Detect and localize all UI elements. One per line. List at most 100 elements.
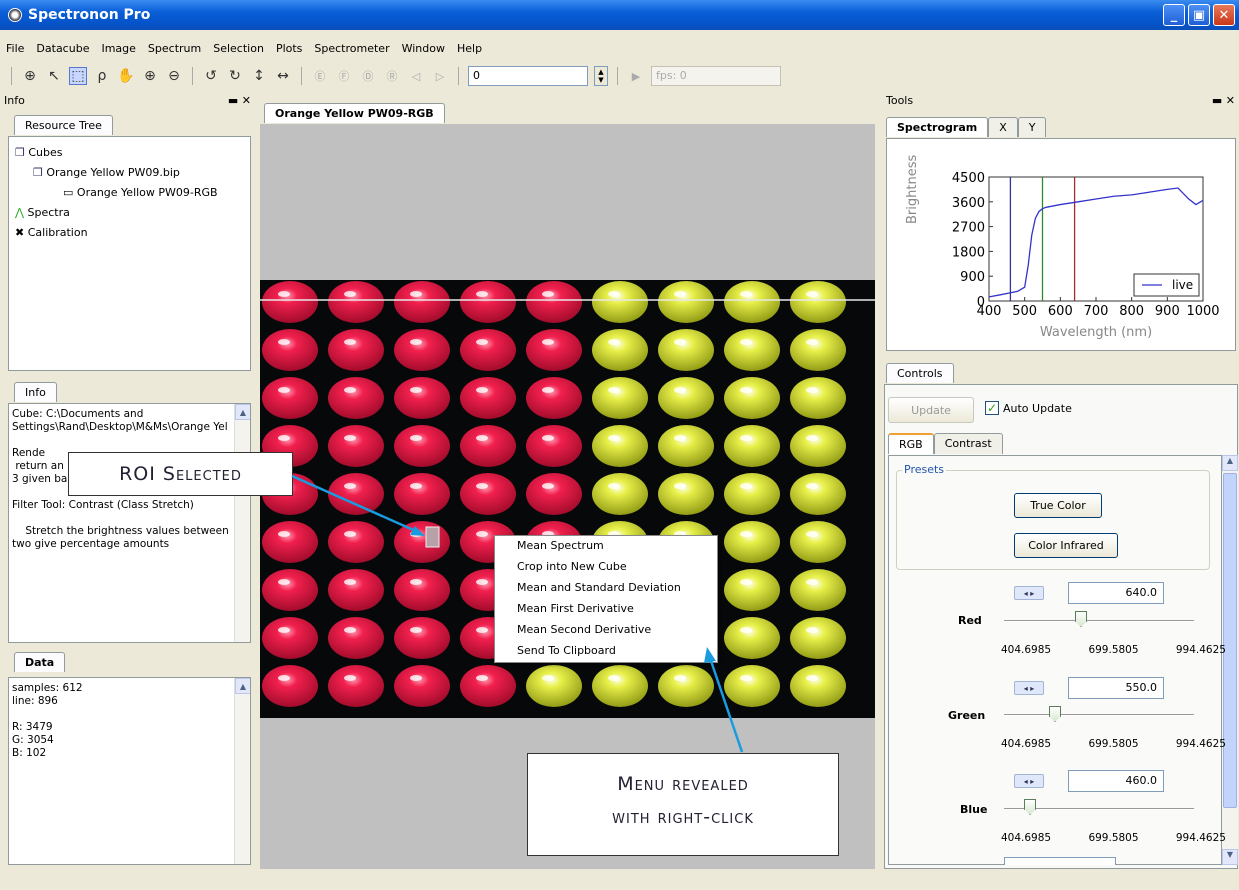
close-button[interactable]: ✕ (1213, 4, 1235, 26)
menu-window[interactable]: Window (402, 42, 445, 55)
candy-highlight (608, 339, 620, 345)
d-button-icon[interactable]: Ⓓ (359, 67, 377, 85)
menu-item-second-derivative[interactable]: Mean Second Derivative (495, 620, 717, 641)
blue-step-arrows[interactable]: ◂ ▸ (1014, 774, 1044, 788)
roi-rectangle[interactable] (425, 526, 440, 548)
tab-data[interactable]: Data (14, 652, 66, 672)
info-scrollbar[interactable]: ▲ (234, 404, 250, 642)
tab-spectrogram[interactable]: Spectrogram (886, 117, 989, 137)
menu-item-first-derivative[interactable]: Mean First Derivative (495, 599, 717, 620)
candy-highlight (806, 387, 818, 393)
pointer-tool-icon[interactable]: ↖ (45, 67, 63, 85)
candy (526, 377, 582, 419)
panel-close-icon[interactable]: ▬ ✕ (1212, 94, 1235, 108)
candy-highlight (806, 579, 818, 585)
candy-highlight (806, 483, 818, 489)
tools-icon: ✖ (15, 226, 25, 239)
tree-item-calibration[interactable]: ✖ Calibration (15, 223, 218, 243)
candy (658, 425, 714, 467)
menu-item-mean-spectrum[interactable]: Mean Spectrum (495, 536, 717, 557)
minimize-button[interactable]: _ (1163, 4, 1185, 26)
blue-min: 404.6985 (1001, 832, 1052, 844)
pan-hand-icon[interactable]: ✋ (117, 67, 135, 85)
menu-selection[interactable]: Selection (213, 42, 264, 55)
candy-highlight (410, 579, 422, 585)
tab-rgb[interactable]: RGB (888, 433, 934, 454)
crosshair-tool-icon[interactable]: ⊕ (21, 67, 39, 85)
tab-contrast[interactable]: Contrast (933, 433, 1003, 454)
menu-plots[interactable]: Plots (276, 42, 302, 55)
color-infrared-button[interactable]: Color Infrared (1014, 533, 1118, 558)
red-step-arrows[interactable]: ◂ ▸ (1014, 586, 1044, 600)
candy-highlight (740, 627, 752, 633)
tab-controls[interactable]: Controls (886, 363, 954, 383)
frame-input[interactable]: 0 (468, 66, 588, 86)
green-slider-track[interactable] (1004, 714, 1194, 716)
e-button-icon[interactable]: Ⓔ (311, 67, 329, 85)
tree-item-cube-file[interactable]: ❒ Orange Yellow PW09.bip (15, 163, 218, 183)
info-panel-header: Info ▬ ✕ (0, 94, 255, 108)
candy (460, 281, 516, 323)
candy-highlight (542, 291, 554, 297)
tree-item-cubes[interactable]: ❒ Cubes (15, 143, 218, 163)
auto-update-checkbox[interactable]: ✓ (985, 401, 999, 415)
r-button-icon[interactable]: Ⓡ (383, 67, 401, 85)
candy-highlight (806, 291, 818, 297)
candy (790, 521, 846, 563)
menu-item-send-clipboard[interactable]: Send To Clipboard (495, 641, 717, 662)
tab-info[interactable]: Info (14, 382, 57, 402)
f-button-icon[interactable]: Ⓕ (335, 67, 353, 85)
tab-resource-tree[interactable]: Resource Tree (14, 115, 113, 135)
blue-value-field[interactable]: 460.0 (1068, 770, 1164, 792)
previous-frame-icon[interactable]: ◁ (407, 67, 425, 85)
scroll-up-icon[interactable]: ▲ (1222, 455, 1238, 471)
menu-spectrometer[interactable]: Spectrometer (314, 42, 389, 55)
update-button[interactable]: Update (888, 397, 974, 423)
candy (394, 665, 450, 707)
menu-spectrum[interactable]: Spectrum (148, 42, 201, 55)
candy (394, 377, 450, 419)
menu-item-mean-std[interactable]: Mean and Standard Deviation (495, 578, 717, 599)
scroll-down-icon[interactable]: ▼ (1222, 849, 1238, 865)
tab-image[interactable]: Orange Yellow PW09-RGB (264, 103, 445, 123)
tree-item-rgb[interactable]: ▭ Orange Yellow PW09-RGB (15, 183, 218, 203)
red-slider-track[interactable] (1004, 620, 1194, 622)
scroll-thumb[interactable] (1223, 473, 1237, 808)
maximize-button[interactable]: ▣ (1188, 4, 1210, 26)
candy (658, 329, 714, 371)
scroll-up-icon[interactable]: ▲ (235, 678, 250, 694)
green-step-arrows[interactable]: ◂ ▸ (1014, 681, 1044, 695)
menu-item-crop[interactable]: Crop into New Cube (495, 557, 717, 578)
controls-scrollbar[interactable]: ▲ ▼ (1222, 455, 1238, 865)
tab-y[interactable]: Y (1017, 117, 1047, 137)
data-scrollbar[interactable]: ▲ (234, 678, 250, 864)
next-frame-icon[interactable]: ▷ (431, 67, 449, 85)
menu-file[interactable]: File (6, 42, 24, 55)
scroll-up-icon[interactable]: ▲ (235, 404, 250, 420)
menu-datacube[interactable]: Datacube (36, 42, 89, 55)
candy-highlight (410, 627, 422, 633)
panel-close-icon[interactable]: ▬ ✕ (228, 94, 251, 108)
candy (526, 665, 582, 707)
menu-callout-line2: with right-click (612, 806, 754, 828)
menu-help[interactable]: Help (457, 42, 482, 55)
tree-item-spectra[interactable]: ⋀ Spectra (15, 203, 218, 223)
flip-horizontal-icon[interactable]: ↔ (274, 67, 292, 85)
rotate-ccw-icon[interactable]: ↺ (202, 67, 220, 85)
rotate-cw-icon[interactable]: ↻ (226, 67, 244, 85)
true-color-button[interactable]: True Color (1014, 493, 1102, 518)
lasso-tool-icon[interactable]: ρ (93, 67, 111, 85)
candy-highlight (344, 435, 356, 441)
candy-highlight (476, 531, 488, 537)
tab-x[interactable]: X (988, 117, 1018, 137)
frame-spinner[interactable]: ▲ ▼ (594, 66, 608, 86)
play-icon[interactable]: ▶ (627, 67, 645, 85)
flip-vertical-icon[interactable]: ↕ (250, 67, 268, 85)
zoom-in-icon[interactable]: ⊕ (141, 67, 159, 85)
tree-label-calibration: Calibration (27, 226, 88, 239)
green-value-field[interactable]: 550.0 (1068, 677, 1164, 699)
rectangle-select-icon[interactable]: ⬚ (69, 67, 87, 85)
red-value-field[interactable]: 640.0 (1068, 582, 1164, 604)
zoom-out-icon[interactable]: ⊖ (165, 67, 183, 85)
menu-image[interactable]: Image (101, 42, 135, 55)
